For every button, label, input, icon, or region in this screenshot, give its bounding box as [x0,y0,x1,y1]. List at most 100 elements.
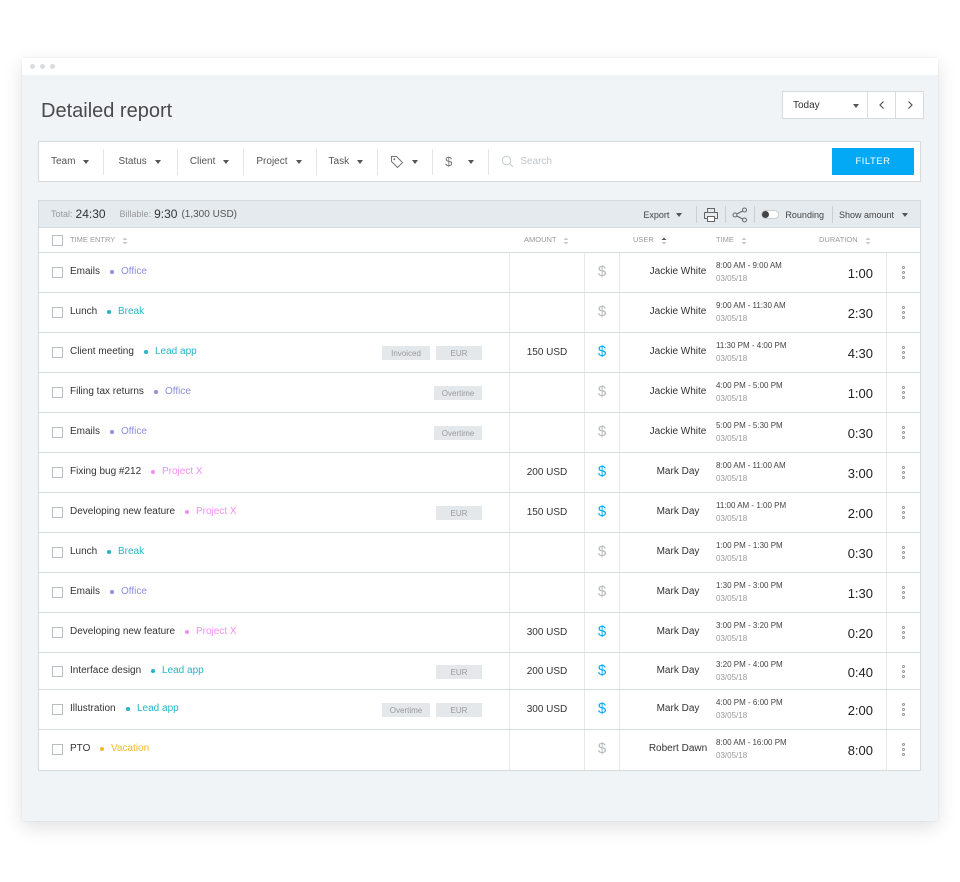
entry-description[interactable]: Developing new feature [70,626,175,637]
entry-date[interactable]: 03/05/18 [716,314,747,323]
entry-project[interactable]: Project X [185,626,237,637]
entry-description[interactable]: Fixing bug #212 [70,466,141,477]
entry-project[interactable]: Break [107,546,144,557]
entry-project[interactable]: Project X [185,506,237,517]
entry-project[interactable]: Break [107,306,144,317]
entry-duration[interactable]: 0:30 [821,426,873,441]
entry-duration[interactable]: 0:30 [821,546,873,561]
tag-badge[interactable]: EUR [436,506,482,520]
table-row[interactable]: Emails Office Overtime $ Jackie White 5:00 PM… [39,413,920,453]
rounding-toggle[interactable] [761,210,780,219]
more-options-icon[interactable] [901,345,905,360]
entry-description[interactable]: Interface design [70,665,141,676]
tag-badge[interactable]: EUR [436,346,482,360]
billable-dollar-icon[interactable]: $ [595,383,609,400]
billable-dollar-icon[interactable]: $ [595,463,609,480]
row-checkbox[interactable] [52,507,63,518]
entry-duration[interactable]: 2:00 [821,506,873,521]
billable-dollar-icon[interactable]: $ [595,263,609,280]
entry-time-range[interactable]: 1:00 PM - 1:30 PM [716,541,783,550]
table-row[interactable]: Client meeting Lead app EUR Invoiced 150 USD… [39,333,920,373]
entry-time-range[interactable]: 11:00 AM - 1:00 PM [716,501,786,510]
billable-dollar-icon[interactable]: $ [595,543,609,560]
entry-time-range[interactable]: 1:30 PM - 3:00 PM [716,581,783,590]
entry-duration[interactable]: 3:00 [821,466,873,481]
tag-badge[interactable]: Overtime [382,703,430,717]
next-date-button[interactable] [896,91,924,119]
entry-description[interactable]: Client meeting [70,346,134,357]
more-options-icon[interactable] [901,545,905,560]
billable-dollar-icon[interactable]: $ [595,343,609,360]
table-row[interactable]: Developing new feature Project X 300 USD $ M… [39,613,920,653]
entry-description[interactable]: PTO [70,743,90,754]
more-options-icon[interactable] [901,265,905,280]
entry-description[interactable]: Emails [70,426,100,437]
table-row[interactable]: Emails Office $ Jackie White 8:00 AM - 9:00 … [39,253,920,293]
more-options-icon[interactable] [901,702,905,717]
filter-status[interactable]: Status [104,148,178,175]
filter-task[interactable]: Task [317,148,379,175]
row-checkbox[interactable] [52,704,63,715]
more-options-icon[interactable] [901,664,905,679]
more-options-icon[interactable] [901,742,905,757]
table-row[interactable]: Interface design Lead app EUR 200 USD $ Mark … [39,653,920,690]
row-checkbox[interactable] [52,307,63,318]
entry-time-range[interactable]: 11:30 PM - 4:00 PM [716,341,787,350]
table-row[interactable]: Developing new feature Project X EUR 150 US… [39,493,920,533]
tag-badge[interactable]: Overtime [434,386,482,400]
entry-project[interactable]: Lead app [151,665,204,676]
entry-project[interactable]: Lead app [144,346,197,357]
row-checkbox[interactable] [52,666,63,677]
more-options-icon[interactable] [901,305,905,320]
entry-description[interactable]: Emails [70,266,100,277]
entry-description[interactable]: Lunch [70,306,97,317]
tag-badge[interactable]: EUR [436,703,482,717]
more-options-icon[interactable] [901,625,905,640]
billable-dollar-icon[interactable]: $ [595,700,609,717]
filter-project[interactable]: Project [244,148,317,175]
entry-time-range[interactable]: 8:00 AM - 9:00 AM [716,261,782,270]
share-icon[interactable] [732,207,748,223]
entry-date[interactable]: 03/05/18 [716,474,747,483]
column-time-entry[interactable]: TIME ENTRY [70,235,128,244]
entry-date[interactable]: 03/05/18 [716,751,747,760]
entry-project[interactable]: Vacation [100,743,149,754]
entry-time-range[interactable]: 3:00 PM - 3:20 PM [716,621,783,630]
entry-time-range[interactable]: 5:00 PM - 5:30 PM [716,421,783,430]
more-options-icon[interactable] [901,505,905,520]
prev-date-button[interactable] [868,91,896,119]
entry-project[interactable]: Office [110,586,147,597]
entry-time-range[interactable]: 8:00 AM - 11:00 AM [716,461,786,470]
entry-date[interactable]: 03/05/18 [716,514,747,523]
row-checkbox[interactable] [52,744,63,755]
entry-date[interactable]: 03/05/18 [716,274,747,283]
entry-date[interactable]: 03/05/18 [716,554,747,563]
row-checkbox[interactable] [52,627,63,638]
filter-team[interactable]: Team [39,148,105,175]
table-row[interactable]: Lunch Break $ Jackie White 9:00 AM - 11:30 A… [39,293,920,333]
billable-dollar-icon[interactable]: $ [595,740,609,757]
row-checkbox[interactable] [52,387,63,398]
row-checkbox[interactable] [52,347,63,358]
entry-duration[interactable]: 2:30 [821,306,873,321]
row-checkbox[interactable] [52,267,63,278]
entry-time-range[interactable]: 3:20 PM - 4:00 PM [716,660,783,669]
table-row[interactable]: Emails Office $ Mark Day 1:30 PM - 3:00 PM 03… [39,573,920,613]
table-row[interactable]: Lunch Break $ Mark Day 1:00 PM - 1:30 PM 03/0… [39,533,920,573]
tag-badge[interactable]: EUR [436,665,482,679]
billable-dollar-icon[interactable]: $ [595,423,609,440]
billable-dollar-icon[interactable]: $ [595,623,609,640]
more-options-icon[interactable] [901,385,905,400]
entry-time-range[interactable]: 4:00 PM - 6:00 PM [716,698,783,707]
entry-description[interactable]: Filing tax returns [70,386,144,397]
entry-project[interactable]: Office [110,426,147,437]
filter-billable[interactable]: $ [433,148,490,175]
tag-badge[interactable]: Invoiced [382,346,430,360]
entry-duration[interactable]: 1:00 [821,386,873,401]
entry-description[interactable]: Lunch [70,546,97,557]
more-options-icon[interactable] [901,465,905,480]
show-amount-dropdown[interactable]: Show amount [839,210,908,220]
filter-tags[interactable] [378,148,434,175]
entry-duration[interactable]: 1:00 [821,266,873,281]
entry-date[interactable]: 03/05/18 [716,673,747,682]
